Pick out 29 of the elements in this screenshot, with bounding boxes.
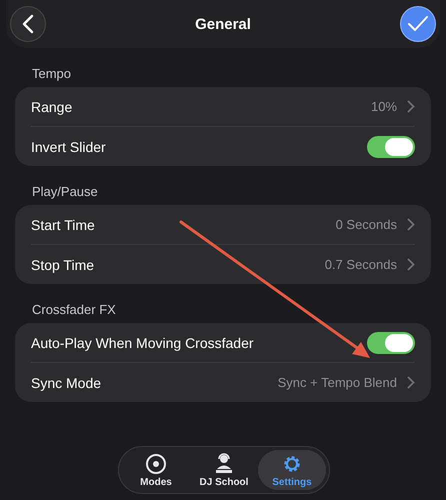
back-icon <box>21 14 35 34</box>
row-label: Invert Slider <box>31 138 107 154</box>
section-title: Play/Pause <box>31 184 99 199</box>
chevron-icon <box>407 376 415 389</box>
section-title: Crossfader FX <box>31 302 117 317</box>
row-label: Stop Time <box>31 256 96 272</box>
tab[interactable]: DJ School <box>190 450 258 490</box>
back-button[interactable] <box>10 6 46 42</box>
section-title: Tempo <box>31 66 72 81</box>
chevron-icon <box>407 258 415 271</box>
toggle-switch[interactable] <box>367 332 415 354</box>
tab[interactable]: Settings <box>258 450 326 490</box>
row-label: Start Time <box>31 216 96 232</box>
done-button[interactable] <box>400 6 436 42</box>
row-label: Range <box>31 98 74 114</box>
row-value[interactable]: 10% <box>370 99 397 114</box>
toggle-switch[interactable] <box>367 136 415 158</box>
row-value[interactable]: 0.7 Seconds <box>324 257 397 272</box>
checkmark-icon <box>407 15 429 33</box>
disc-icon <box>145 452 167 474</box>
window-title: General <box>195 16 251 32</box>
dj-figure-icon <box>213 452 235 474</box>
chevron-icon <box>407 218 415 231</box>
chevron-icon <box>407 100 415 113</box>
tab[interactable]: Modes <box>122 450 190 490</box>
row-label: Sync Mode <box>31 374 102 390</box>
row-value[interactable]: Sync + Tempo Blend <box>278 375 397 390</box>
row-value[interactable]: 0 Seconds <box>336 217 397 232</box>
row-label: Auto-Play When Moving Crossfader <box>31 334 255 350</box>
